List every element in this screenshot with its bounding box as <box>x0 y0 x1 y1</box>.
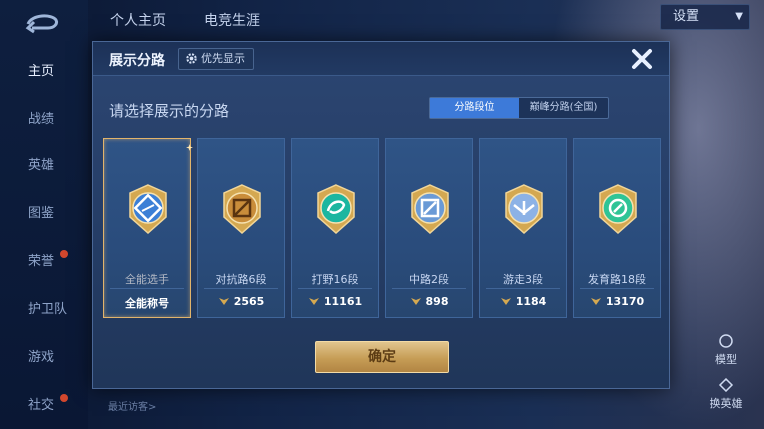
sidebar-item-4[interactable]: 荣誉 <box>0 242 88 282</box>
lane-card-name: 打野16段 <box>311 273 359 286</box>
sidebar-item-1[interactable]: 战绩 <box>0 100 88 140</box>
sidebar-item-label: 主页 <box>28 64 55 79</box>
sidebar-item-label: 游戏 <box>28 350 55 365</box>
lane-points-icon <box>308 296 320 306</box>
modal-title: 展示分路 <box>109 53 165 69</box>
sidebar-item-7[interactable]: 社交 <box>0 386 88 426</box>
sidebar-item-0[interactable]: 主页 <box>0 52 88 92</box>
sidebar-item-label: 图鉴 <box>28 206 55 221</box>
sidebar-item-5[interactable]: 护卫队 <box>0 290 88 330</box>
lane-card-score: 1184 <box>480 295 566 308</box>
lane-card[interactable]: 游走3段 1184 <box>479 138 567 318</box>
change-hero-icon <box>718 377 734 393</box>
lane-card[interactable]: 发育路18段 13170 <box>573 138 661 318</box>
mid-lane-badge-icon <box>406 181 454 237</box>
tab-peak-lane[interactable]: 巅峰分路(全国) <box>519 98 608 118</box>
lane-card-score: 11161 <box>292 295 378 308</box>
divider <box>580 288 654 289</box>
notification-dot <box>60 394 68 402</box>
settings-label: 设置 <box>673 9 700 24</box>
lane-card[interactable]: 中路2段 898 <box>385 138 473 318</box>
tab-esports-career[interactable]: 电竞生涯 <box>204 10 260 30</box>
recent-visitors[interactable]: 最近访客> <box>108 398 156 413</box>
lane-card[interactable]: 打野16段 11161 <box>291 138 379 318</box>
lane-card-score: 2565 <box>198 295 284 308</box>
divider <box>204 288 278 289</box>
sidebar-item-3[interactable]: 图鉴 <box>0 194 88 234</box>
sidebar-item-label: 社交 <box>28 398 55 413</box>
lane-display-modal: 展示分路 优先显示 请选择展示的分路 分路段位 巅峰分路(全国) 全能选手全能称… <box>92 41 670 389</box>
lane-points-icon <box>410 296 422 306</box>
clash-lane-badge-icon <box>218 181 266 237</box>
all-round-badge-icon <box>124 181 172 237</box>
lane-card-score: 全能称号 <box>104 295 190 311</box>
lane-points-icon <box>500 296 512 306</box>
close-icon[interactable] <box>629 46 655 72</box>
lane-card-name: 对抗路6段 <box>215 273 267 286</box>
lane-card-score-value: 2565 <box>233 295 265 308</box>
lane-points-icon <box>590 296 602 306</box>
change-hero-button[interactable]: 换英雄 <box>706 377 746 411</box>
divider <box>486 288 560 289</box>
divider <box>110 288 184 289</box>
gear-icon <box>186 53 197 64</box>
modal-subtitle: 请选择展示的分路 <box>109 102 230 120</box>
settings-button[interactable]: 设置 ▼ <box>660 4 750 30</box>
notification-dot <box>60 250 68 258</box>
lane-card-score-value: 1184 <box>515 295 547 308</box>
lane-card-score-value: 11161 <box>323 295 363 308</box>
change-hero-label: 换英雄 <box>709 397 743 410</box>
lane-points-icon <box>218 296 230 306</box>
lane-card[interactable]: 全能选手 全能称号 <box>103 136 193 318</box>
lane-card-score: 13170 <box>574 295 660 308</box>
lane-card-name: 全能选手 <box>125 273 169 286</box>
sidebar-item-label: 护卫队 <box>28 302 68 317</box>
back-icon[interactable] <box>22 10 62 34</box>
lane-type-toggle: 分路段位 巅峰分路(全国) <box>429 97 609 119</box>
sidebar-item-2[interactable]: 英雄 <box>0 146 88 186</box>
farm-lane-badge-icon <box>594 181 642 237</box>
sidebar-item-label: 英雄 <box>28 158 55 173</box>
model-label: 模型 <box>715 353 737 366</box>
jungle-badge-icon <box>312 181 360 237</box>
priority-display-button[interactable]: 优先显示 <box>178 48 254 70</box>
lane-card-name: 中路2段 <box>409 273 449 286</box>
sidebar-item-label: 荣誉 <box>28 254 55 269</box>
tab-lane-rank[interactable]: 分路段位 <box>430 98 519 118</box>
divider <box>392 288 466 289</box>
sidebar-item-label: 战绩 <box>28 112 55 127</box>
lane-card[interactable]: 对抗路6段 2565 <box>197 138 285 318</box>
confirm-button[interactable]: 确定 <box>315 341 449 373</box>
selected-corner-icon <box>186 136 193 151</box>
lane-card-name: 游走3段 <box>503 273 543 286</box>
model-button[interactable]: 模型 <box>706 334 746 367</box>
lane-card-score-value: 全能称号 <box>125 297 169 310</box>
model-icon <box>719 334 733 348</box>
roam-badge-icon <box>500 181 548 237</box>
sidebar-item-6[interactable]: 游戏 <box>0 338 88 378</box>
tab-personal-home[interactable]: 个人主页 <box>110 10 166 30</box>
priority-display-label: 优先显示 <box>201 52 245 65</box>
chevron-down-icon: ▼ <box>735 11 743 22</box>
lane-card-name: 发育路18段 <box>588 273 646 286</box>
divider <box>298 288 372 289</box>
lane-card-score: 898 <box>386 295 472 308</box>
lane-card-score-value: 13170 <box>605 295 645 308</box>
lane-card-list: 全能选手 全能称号 对抗路6段 2565 打野16段 11161 中路2段 898 游走3段 11… <box>103 138 663 318</box>
lane-card-score-value: 898 <box>425 295 449 308</box>
modal-header: 展示分路 优先显示 <box>93 42 669 76</box>
